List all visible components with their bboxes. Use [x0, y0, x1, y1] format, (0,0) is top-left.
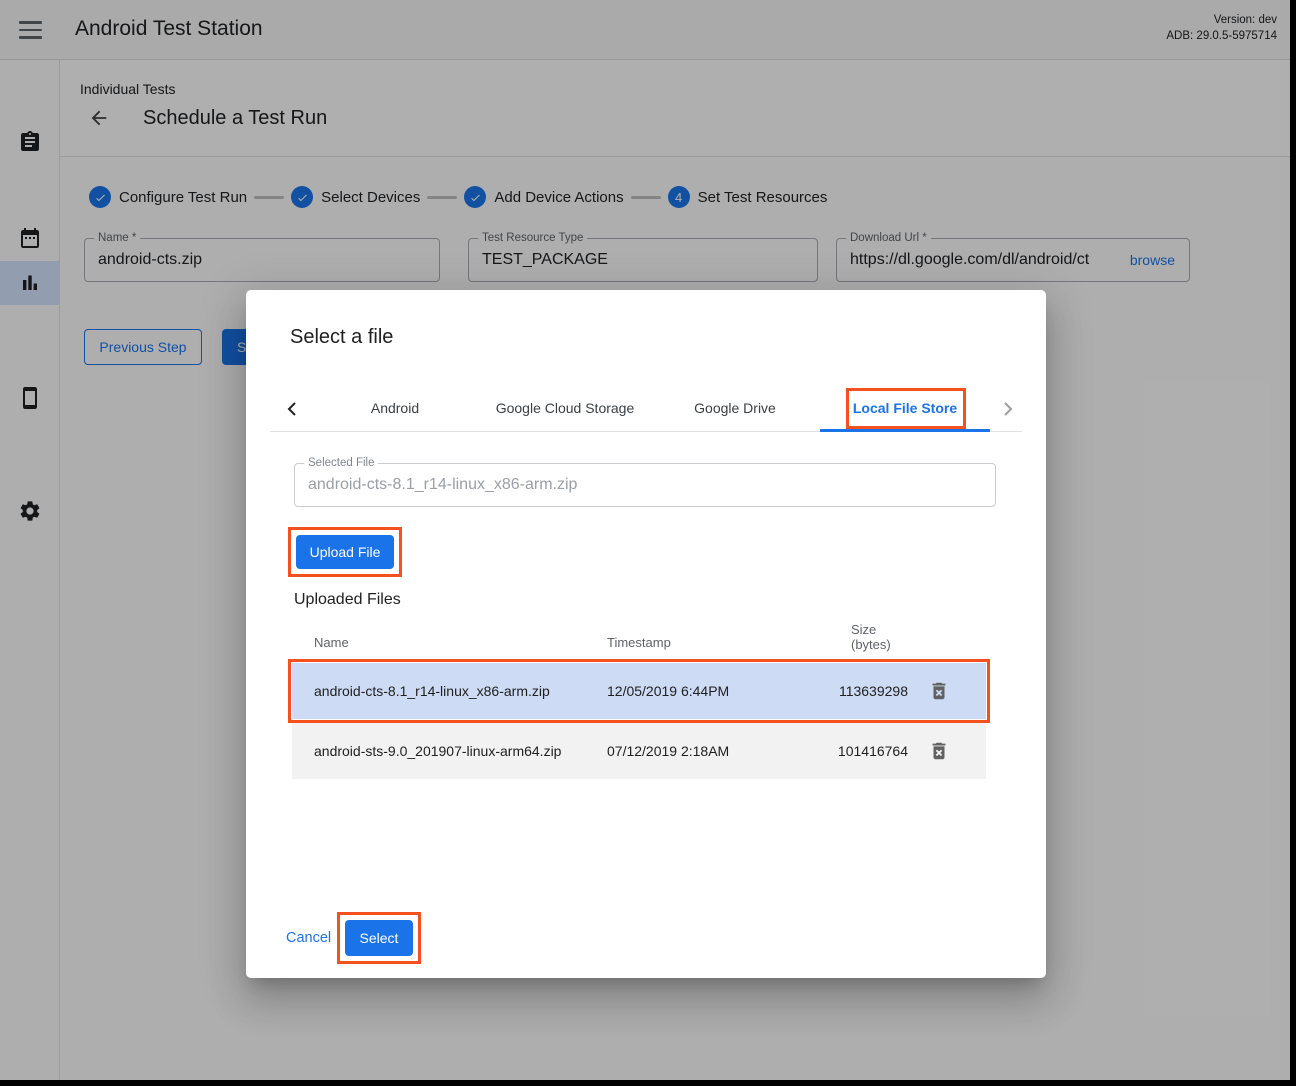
column-header-size: Size (bytes) [851, 622, 891, 652]
selected-file-value: android-cts-8.1_r14-linux_x86-arm.zip [308, 476, 577, 494]
tab-android[interactable]: Android [310, 385, 480, 431]
table-header: Name Timestamp Size (bytes) [292, 620, 986, 654]
tabs-scroll-left-icon[interactable] [280, 397, 304, 421]
column-header-name: Name [314, 635, 349, 650]
timestamp-cell: 12/05/2019 6:44PM [607, 683, 729, 699]
file-name-cell: android-sts-9.0_201907-linux-arm64.zip [314, 743, 561, 759]
trash-icon [928, 740, 950, 762]
tab-bar: Android Google Cloud Storage Google Driv… [270, 385, 1022, 432]
window-border-right [1290, 0, 1296, 1086]
dialog-title: Select a file [290, 326, 393, 349]
tabs: Android Google Cloud Storage Google Driv… [310, 385, 990, 431]
select-button[interactable]: Select [345, 920, 413, 956]
size-cell: 101416764 [792, 743, 908, 759]
delete-file-button[interactable] [928, 680, 950, 702]
screen: Android Test Station Version: dev ADB: 2… [0, 0, 1296, 1086]
cancel-button[interactable]: Cancel [286, 930, 331, 946]
active-tab-underline [820, 429, 990, 432]
tab-google-drive[interactable]: Google Drive [650, 385, 820, 431]
table-row[interactable]: android-sts-9.0_201907-linux-arm64.zip 0… [292, 723, 986, 779]
tab-google-cloud-storage[interactable]: Google Cloud Storage [480, 385, 650, 431]
window-border-bottom [0, 1080, 1296, 1086]
delete-file-button[interactable] [928, 740, 950, 762]
uploaded-files-title: Uploaded Files [294, 591, 401, 609]
selected-file-label: Selected File [304, 457, 378, 469]
tab-local-file-store[interactable]: Local File Store [820, 385, 990, 431]
column-header-timestamp: Timestamp [607, 635, 671, 650]
size-cell: 113639298 [792, 683, 908, 699]
tabs-scroll-right-icon[interactable] [996, 397, 1020, 421]
file-name-cell: android-cts-8.1_r14-linux_x86-arm.zip [314, 683, 550, 699]
select-file-dialog: Select a file Android Google Cloud Stora… [246, 290, 1046, 978]
timestamp-cell: 07/12/2019 2:18AM [607, 743, 729, 759]
selected-file-field[interactable]: Selected File android-cts-8.1_r14-linux_… [294, 463, 996, 507]
upload-file-button[interactable]: Upload File [296, 535, 394, 569]
table-row-selected[interactable]: android-cts-8.1_r14-linux_x86-arm.zip 12… [292, 663, 986, 719]
trash-icon [928, 680, 950, 702]
